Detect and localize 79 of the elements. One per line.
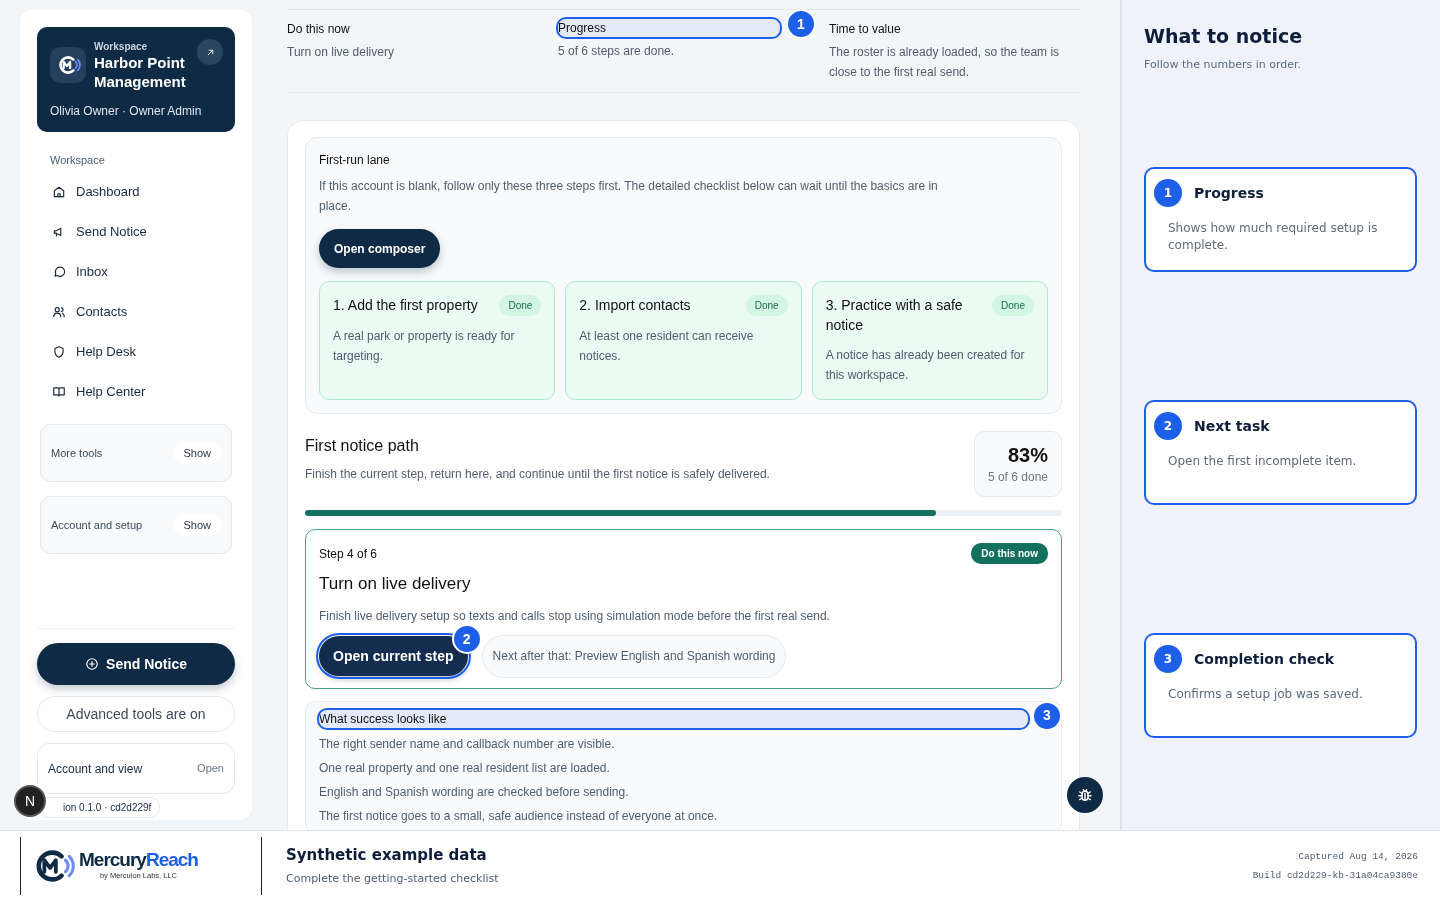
nav-item[interactable]: Help Desk <box>37 332 235 372</box>
step-title: Turn on live delivery <box>319 573 472 595</box>
panel-subtitle: Follow the numbers in order. <box>1144 56 1303 73</box>
open-composer-button[interactable]: Open composer <box>319 229 441 268</box>
home-icon <box>52 185 66 199</box>
summary-text: Turn on live delivery <box>287 44 395 61</box>
step-text: A real park or property is ready for targeting. <box>333 328 516 365</box>
step-title: 3. Practice with a safe notice <box>825 296 964 335</box>
workspace-name: Harbor Point Management <box>94 54 187 92</box>
step-title: 2. Import contacts <box>579 296 691 315</box>
bug-icon <box>1076 786 1094 804</box>
summary-text: The roster is already loaded, so the team is close to the first real send. <box>829 44 1061 81</box>
callout-title: Completion check <box>1194 649 1335 669</box>
section-title: First notice path <box>305 436 420 456</box>
checklist-item: The first notice goes to a small, safe audience instead of everyone at once. <box>319 807 719 824</box>
percent-value: 83% <box>1006 443 1048 468</box>
number-badge: 2 <box>1154 412 1182 440</box>
step-text: A notice has already been created for this workspace. <box>825 347 1026 384</box>
brand-name: Reach <box>145 848 198 870</box>
book-icon <box>52 385 66 399</box>
step-text: At least one resident can receive notices. <box>579 328 755 365</box>
avatar[interactable]: N <box>14 785 46 817</box>
summary-title: Do this now <box>287 21 350 38</box>
panel-title: What to notice <box>1144 24 1304 49</box>
workspace-card[interactable]: Workspace Harbor Point Management Olivia Owner · Owner Admin <box>37 27 235 132</box>
account-label: Account and view <box>48 760 143 778</box>
nav-item[interactable]: Help Center <box>37 372 235 412</box>
nav-item[interactable]: Dashboard <box>37 172 235 212</box>
section-label: Workspace <box>50 152 106 168</box>
checklist-item: The right sender name and callback number are visible. <box>319 735 616 752</box>
done-count: 5 of 6 done <box>987 469 1048 486</box>
account-button[interactable]: Account and view Open <box>37 743 235 794</box>
debug-button[interactable] <box>1067 777 1103 813</box>
step-title: 1. Add the first property <box>333 296 478 315</box>
show-button[interactable]: Show <box>173 513 221 537</box>
summary-text: 5 of 6 steps are done. <box>558 43 676 60</box>
status-badge: Do this now <box>971 543 1048 564</box>
send-notice-button[interactable]: Send Notice <box>37 643 235 685</box>
callout-title: Progress <box>1194 183 1264 203</box>
footer-title: Synthetic example data <box>286 845 488 866</box>
number-badge: 3 <box>1154 645 1182 673</box>
status-badge: Done <box>499 295 542 316</box>
open-link[interactable]: Open <box>197 760 224 777</box>
number-marker: 1 <box>786 9 816 39</box>
callout-text: Confirms a setup job was saved. <box>1168 686 1364 703</box>
callout-text: Open the first incomplete item. <box>1168 453 1358 470</box>
panel-text: If this account is blank, follow only these three steps first. The detailed checklist below can wait until the basics are in place. <box>319 178 939 215</box>
nav-item[interactable]: Inbox <box>37 252 235 292</box>
shield-icon <box>52 345 66 359</box>
nav-item[interactable]: Contacts <box>37 292 235 332</box>
nav-item[interactable]: Send Notice <box>37 212 235 252</box>
workspace-label: Workspace <box>94 40 149 54</box>
chat-bubble-icon <box>52 265 66 279</box>
status-badge: Done <box>745 295 788 316</box>
build-id: Build cd2d229-kb-31a04ca9380e <box>1252 868 1418 883</box>
step-number: Step 4 of 6 <box>319 545 378 563</box>
section-text: Finish the current step, return here, and continue until the first notice is safely delivered. <box>305 466 770 483</box>
step-text: Finish live delivery setup so texts and calls stop using simulation mode before the first real send. <box>319 607 831 625</box>
brand-name: Mercury <box>79 848 146 870</box>
next-step-hint: Next after that: Preview English and Spanish wording <box>481 634 787 678</box>
footer-subtitle: Complete the getting-started checklist <box>286 870 499 887</box>
number-badge: 1 <box>1154 179 1182 207</box>
plus-circle-icon <box>85 657 100 671</box>
users-icon <box>52 305 66 319</box>
checklist-item: One real property and one real resident list are loaded. <box>319 759 611 776</box>
status-badge: Done <box>992 295 1034 316</box>
show-button[interactable]: Show <box>173 441 221 465</box>
summary-title: Time to value <box>829 21 901 38</box>
panel-title: First-run lane <box>319 152 391 169</box>
callout-text: Shows how much required setup is complete. <box>1168 220 1379 254</box>
advanced-tools-button[interactable]: Advanced tools are on <box>37 696 235 732</box>
panel-label: More tools <box>51 445 103 461</box>
panel-label: Account and setup <box>51 517 143 533</box>
user-role: Olivia Owner · Owner Admin <box>50 102 203 120</box>
number-marker: 2 <box>451 624 482 654</box>
number-marker: 3 <box>1032 700 1062 731</box>
callout-title: Next task <box>1194 416 1270 436</box>
capture-date: Captured Aug 14, 2026 <box>1297 849 1418 864</box>
checklist-item: English and Spanish wording are checked before sending. <box>319 783 630 800</box>
